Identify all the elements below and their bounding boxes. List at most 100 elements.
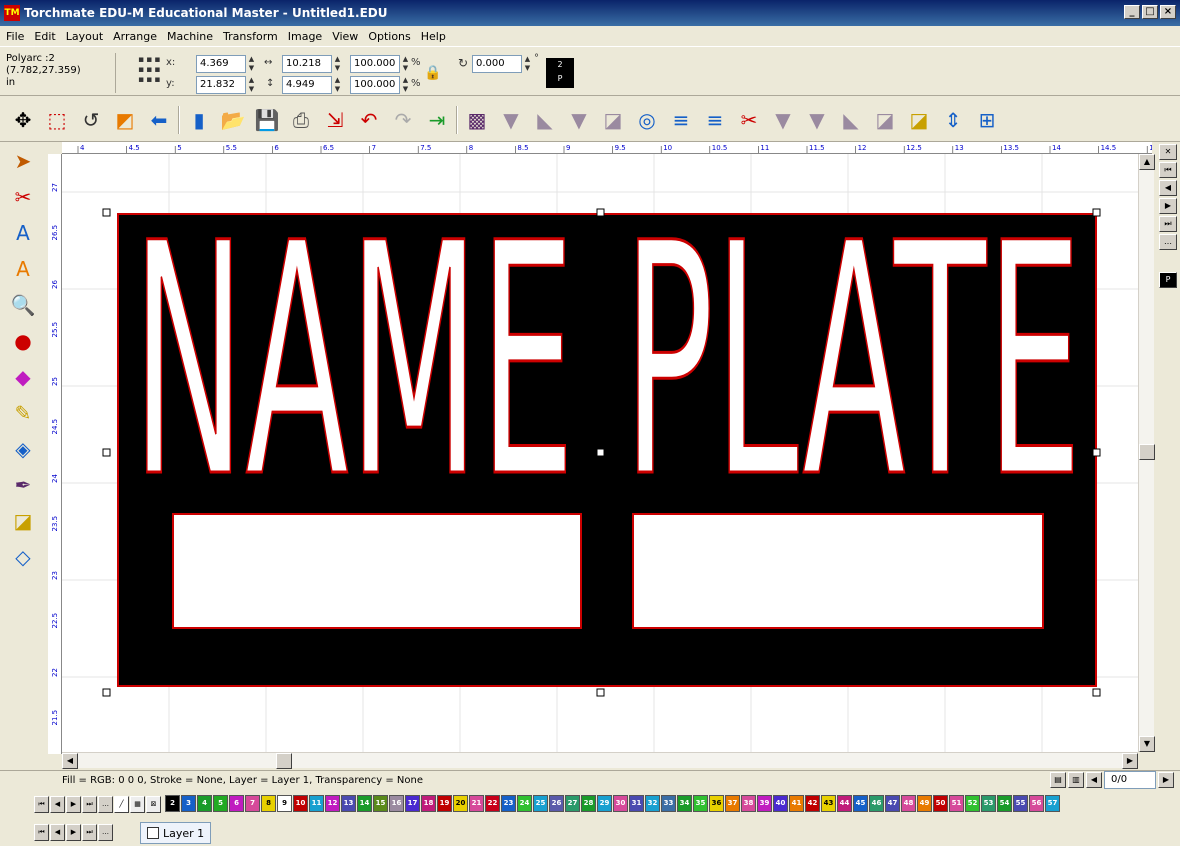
page-list-icon[interactable]: ▥ (1068, 772, 1084, 788)
layer-up-icon[interactable]: ≡ (700, 105, 730, 135)
palette-prev-button[interactable]: ◀ (50, 796, 65, 813)
color-swatch[interactable]: 25 (533, 795, 548, 812)
path-tool-3-icon[interactable]: ▼ (564, 105, 594, 135)
color-swatch[interactable]: 20 (453, 795, 468, 812)
color-swatch[interactable]: 56 (1029, 795, 1044, 812)
path-tool-4-icon[interactable]: ◪ (598, 105, 628, 135)
export-icon[interactable]: ⇲ (320, 105, 350, 135)
skew-icon[interactable]: ◩ (110, 105, 140, 135)
scale-height-spinner[interactable]: ▲ ▼ (401, 76, 410, 94)
align-icon[interactable]: ⊞ (972, 105, 1002, 135)
color-swatch[interactable]: 2 (165, 795, 180, 812)
scroll-left-button[interactable]: ◀ (62, 753, 78, 769)
layer-first-button[interactable]: ⏮ (34, 824, 49, 841)
height-spinner[interactable]: ▲ ▼ (333, 76, 342, 94)
prev-icon[interactable]: ◀ (1159, 180, 1177, 196)
path-tool-9-icon[interactable]: ◪ (904, 105, 934, 135)
scroll-down-button[interactable]: ▼ (1139, 736, 1155, 752)
color-swatch[interactable]: 26 (549, 795, 564, 812)
color-swatch[interactable]: 27 (565, 795, 580, 812)
path-tool-2-icon[interactable]: ◣ (530, 105, 560, 135)
width-input[interactable]: 10.218 (282, 55, 332, 73)
color-swatch[interactable]: 37 (725, 795, 740, 812)
color-swatch[interactable]: 6 (229, 795, 244, 812)
drawing-canvas[interactable]: NAME PLATE (62, 154, 1138, 752)
layer-more-button[interactable]: … (98, 824, 113, 841)
save-icon[interactable]: 💾 (252, 105, 282, 135)
rotation-spinner[interactable]: ▲ ▼ (523, 55, 532, 73)
color-swatch[interactable]: 36 (709, 795, 724, 812)
color-swatch[interactable]: 17 (405, 795, 420, 812)
page-view-icon[interactable]: ▤ (1050, 772, 1066, 788)
target-icon[interactable]: ◎ (632, 105, 662, 135)
color-swatch[interactable]: 54 (997, 795, 1012, 812)
color-swatch[interactable]: 13 (341, 795, 356, 812)
layer-visibility-checkbox[interactable] (147, 827, 159, 839)
color-swatch[interactable]: 11 (309, 795, 324, 812)
color-swatch[interactable]: 3 (181, 795, 196, 812)
pen-color-swatch[interactable]: 2P (546, 58, 574, 88)
shapes-icon[interactable]: ● (8, 326, 38, 356)
new-file-icon[interactable]: ▮ (184, 105, 214, 135)
color-swatch[interactable]: 29 (597, 795, 612, 812)
color-swatch[interactable]: 24 (517, 795, 532, 812)
undo-icon[interactable]: ↶ (354, 105, 384, 135)
anchor-grid-icon[interactable]: ▪▪▪ ▪▪▪ ▪▪▪ (138, 55, 162, 85)
redo-icon[interactable]: ↷ (388, 105, 418, 135)
path-tool-5-icon[interactable]: ▼ (768, 105, 798, 135)
next-icon[interactable]: ▶ (1159, 198, 1177, 214)
cut-tool-icon[interactable]: ✂ (8, 182, 38, 212)
rotate-tool-icon[interactable]: ↺ (76, 105, 106, 135)
layer-prev-button[interactable]: ◀ (50, 824, 65, 841)
canvas-drawing[interactable]: NAME PLATE (62, 154, 1138, 752)
color-swatch[interactable]: 21 (469, 795, 484, 812)
color-swatch[interactable]: 31 (629, 795, 644, 812)
color-swatch[interactable]: 32 (645, 795, 660, 812)
path-tool-1-icon[interactable]: ▼ (496, 105, 526, 135)
color-swatch[interactable]: 10 (293, 795, 308, 812)
fill-icon[interactable]: ◈ (8, 434, 38, 464)
color-swatch[interactable]: 30 (613, 795, 628, 812)
palette-last-button[interactable]: ⏭ (82, 796, 97, 813)
color-swatch[interactable]: 8 (261, 795, 276, 812)
color-swatch[interactable]: 52 (965, 795, 980, 812)
menu-help[interactable]: Help (421, 30, 446, 43)
x-spinner[interactable]: ▲ ▼ (247, 55, 256, 73)
width-spinner[interactable]: ▲ ▼ (333, 55, 342, 73)
lock-proportion-icon[interactable]: 🔒 (424, 65, 441, 81)
color-swatch[interactable]: 16 (389, 795, 404, 812)
pattern-swatch[interactable]: ▦ (130, 796, 145, 813)
scale-width-spinner[interactable]: ▲ ▼ (401, 55, 410, 73)
layer-tab[interactable]: Layer 1 (140, 822, 212, 844)
color-swatch[interactable]: 46 (869, 795, 884, 812)
color-swatch[interactable]: 53 (981, 795, 996, 812)
more-icon[interactable]: … (1159, 234, 1177, 250)
pen-swatch-icon[interactable]: P (1159, 272, 1177, 288)
menu-options[interactable]: Options (368, 30, 410, 43)
color-swatch[interactable]: 12 (325, 795, 340, 812)
color-swatch[interactable]: 39 (757, 795, 772, 812)
scroll-up-button[interactable]: ▲ (1139, 154, 1155, 170)
color-swatch[interactable]: 45 (853, 795, 868, 812)
color-swatch[interactable]: 9 (277, 795, 292, 812)
menu-transform[interactable]: Transform (223, 30, 278, 43)
color-swatch[interactable]: 4 (197, 795, 212, 812)
right-blank-plate[interactable] (632, 513, 1044, 629)
scale-height-input[interactable]: 100.000 (350, 76, 400, 94)
color-swatch[interactable]: 14 (357, 795, 372, 812)
machine-icon[interactable]: ▩ (462, 105, 492, 135)
color-swatch[interactable]: 48 (901, 795, 916, 812)
color-swatch[interactable]: 33 (661, 795, 676, 812)
rotation-input[interactable]: 0.000 (472, 55, 522, 73)
menu-file[interactable]: File (6, 30, 24, 43)
flip-icon[interactable]: ⬅ (144, 105, 174, 135)
eraser-icon[interactable]: ◇ (8, 542, 38, 572)
path-tool-6-icon[interactable]: ▼ (802, 105, 832, 135)
path-tool-8-icon[interactable]: ◪ (870, 105, 900, 135)
distribute-icon[interactable]: ⇕ (938, 105, 968, 135)
pointer-icon[interactable]: ➤ (8, 146, 38, 176)
text-outline-icon[interactable]: A (8, 218, 38, 248)
vertical-scrollbar[interactable]: ▲ ▼ (1138, 154, 1155, 752)
pattern2-swatch[interactable]: ⊠ (146, 796, 161, 813)
page-next-button[interactable]: ▶ (1158, 772, 1174, 788)
